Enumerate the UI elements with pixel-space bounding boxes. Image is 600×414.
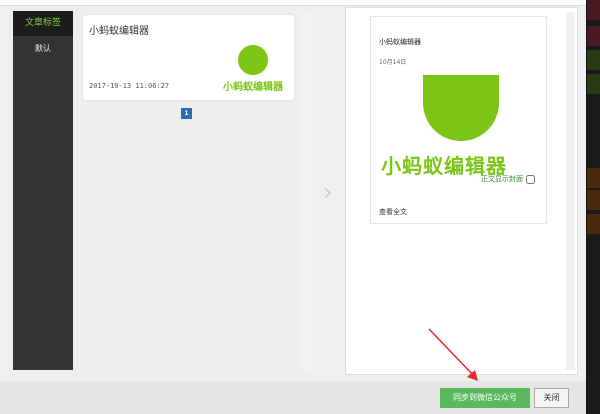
preview-date: 10月14日 [379, 59, 407, 66]
show-cover-option[interactable]: 正文显示封面 [481, 174, 535, 184]
article-date: 2017-10-13 11:06:27 [89, 82, 170, 90]
thumbnail-logo-text: 小蚂蚁编辑器 [223, 82, 283, 93]
ant-logo-icon [423, 75, 499, 141]
sync-to-wechat-button[interactable]: 同步到微信公众号 [440, 388, 530, 408]
article-preview: 小蚂蚁编辑器 10月14日 小蚂蚁编辑器 正文显示封面 查看全文 [370, 16, 547, 224]
close-button[interactable]: 关闭 [534, 388, 569, 408]
sync-dialog: 文章标签 默认 小蚂蚁编辑器 2017-10-13 11:06:27 小蚂蚁编辑… [0, 0, 586, 414]
background-page-strip [586, 0, 600, 414]
show-cover-label: 正文显示封面 [481, 175, 523, 183]
ant-logo-icon [238, 45, 268, 75]
article-thumbnail: 小蚂蚁编辑器 [220, 45, 286, 93]
right-scrollbar[interactable] [566, 12, 575, 370]
annotation-arrow-icon [428, 328, 478, 381]
tag-item-default[interactable]: 默认 [13, 43, 73, 54]
tag-sidebar-header: 文章标签 [13, 11, 73, 36]
page-button-1[interactable]: 1 [181, 108, 192, 119]
show-cover-checkbox[interactable] [526, 174, 535, 184]
preview-title: 小蚂蚁编辑器 [379, 38, 421, 46]
arrow-right-icon: › [323, 178, 333, 206]
left-scrollbar[interactable] [302, 11, 312, 370]
article-card[interactable]: 小蚂蚁编辑器 2017-10-13 11:06:27 小蚂蚁编辑器 [82, 14, 295, 101]
article-title: 小蚂蚁编辑器 [89, 26, 149, 37]
read-more-link[interactable]: 查看全文 [379, 207, 407, 217]
tag-sidebar: 文章标签 默认 [13, 11, 73, 370]
